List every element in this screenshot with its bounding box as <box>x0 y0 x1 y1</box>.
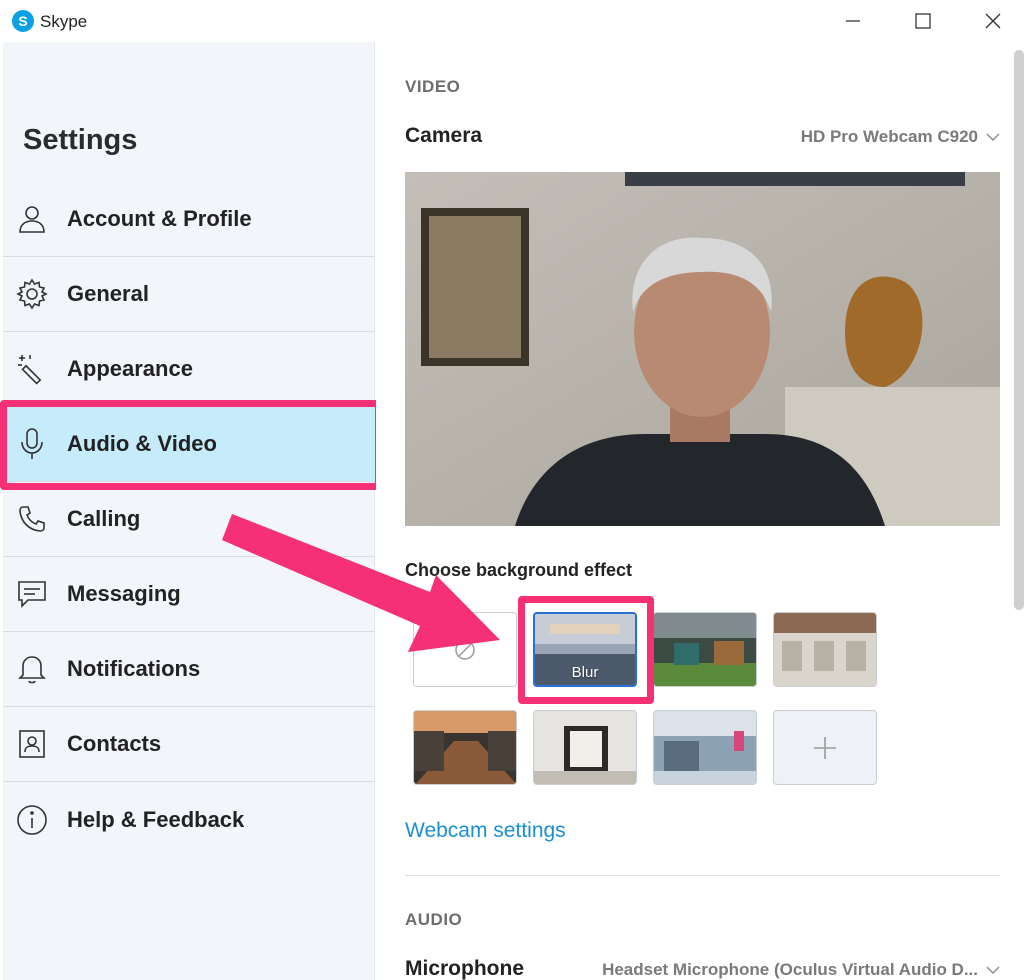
sidebar-item-messaging[interactable]: Messaging <box>3 557 375 632</box>
background-none-option[interactable] <box>413 612 517 687</box>
close-icon <box>985 13 1001 29</box>
sidebar-item-label: Help & Feedback <box>67 806 245 832</box>
sidebar-item-label: Contacts <box>67 731 162 756</box>
sidebar-item-label: Calling <box>67 506 141 531</box>
sidebar-item-label: General <box>67 281 149 306</box>
sidebar-item-label: Notifications <box>67 656 201 681</box>
phone-icon <box>15 502 49 536</box>
sidebar-item-label: Account & Profile <box>67 206 252 231</box>
sidebar-item-help-feedback[interactable]: Help & Feedback <box>3 782 375 857</box>
contact-card-icon <box>15 727 49 761</box>
background-loft-option[interactable] <box>773 612 877 687</box>
maximize-icon <box>915 13 931 29</box>
person-icon <box>15 202 49 236</box>
scrollbar-thumb[interactable] <box>1014 50 1024 610</box>
sidebar-item-account-profile[interactable]: Account & Profile <box>3 182 375 257</box>
add-background-button[interactable] <box>773 710 877 785</box>
chevron-down-icon <box>986 133 1000 141</box>
background-blur-option[interactable]: Blur <box>533 612 637 687</box>
maximize-button[interactable] <box>900 0 946 42</box>
sidebar-item-label: Messaging <box>67 581 181 606</box>
no-effect-icon <box>455 639 475 660</box>
section-divider <box>405 875 1000 876</box>
title-bar: S Skype <box>0 0 1026 42</box>
background-street-option[interactable] <box>413 710 517 785</box>
video-section-label: VIDEO <box>405 77 461 96</box>
microphone-dropdown[interactable]: Headset Microphone (Oculus Virtual Audio… <box>602 960 1000 980</box>
camera-label: Camera <box>405 124 483 147</box>
sidebar-item-audio-video[interactable]: Audio & Video <box>3 407 375 482</box>
microphone-label: Microphone <box>405 957 524 980</box>
webcam-settings-link[interactable]: Webcam settings <box>405 819 566 843</box>
sidebar-item-label: Audio & Video <box>67 431 217 456</box>
camera-preview <box>405 172 1000 526</box>
sidebar-item-general[interactable]: General <box>3 257 375 332</box>
gear-icon <box>15 277 49 311</box>
close-button[interactable] <box>970 0 1016 42</box>
background-lounge-option[interactable] <box>653 710 757 785</box>
sidebar-item-notifications[interactable]: Notifications <box>3 632 375 707</box>
magic-wand-icon <box>15 352 49 386</box>
audio-section-label: AUDIO <box>405 910 463 929</box>
camera-dropdown[interactable]: HD Pro Webcam C920 <box>801 127 1000 147</box>
app-title: Skype <box>40 12 88 31</box>
skype-logo-icon: S <box>12 10 34 32</box>
sidebar-item-label: Appearance <box>67 356 193 381</box>
sidebar-item-calling[interactable]: Calling <box>3 482 375 557</box>
background-effect-title: Choose background effect <box>405 560 633 580</box>
chevron-down-icon <box>986 966 1000 974</box>
settings-content: VIDEO Camera HD Pro Webcam C920 Choose b… <box>376 42 1026 980</box>
sidebar-item-appearance[interactable]: Appearance <box>3 332 375 407</box>
camera-dropdown-value: HD Pro Webcam C920 <box>800 127 978 146</box>
minimize-button[interactable] <box>830 0 876 42</box>
plus-icon <box>814 736 836 759</box>
settings-title: Settings <box>23 124 138 156</box>
settings-sidebar: Settings Account & Profile General Appea… <box>3 42 375 980</box>
microphone-icon <box>15 427 49 461</box>
info-icon <box>15 803 49 837</box>
bell-icon <box>15 652 49 686</box>
message-icon <box>15 577 49 611</box>
minimize-icon <box>846 20 860 22</box>
microphone-dropdown-value: Headset Microphone (Oculus Virtual Audio… <box>602 960 978 979</box>
background-office-option[interactable] <box>653 612 757 687</box>
blur-label: Blur <box>571 664 599 681</box>
background-room-option[interactable] <box>533 710 637 785</box>
sidebar-item-contacts[interactable]: Contacts <box>3 707 375 782</box>
